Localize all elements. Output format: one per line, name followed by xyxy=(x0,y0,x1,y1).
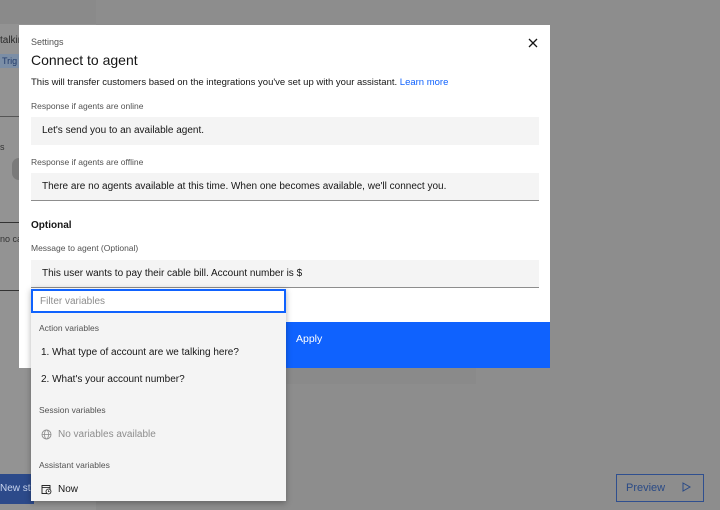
optional-heading: Optional xyxy=(31,220,72,231)
learn-more-link[interactable]: Learn more xyxy=(400,77,449,88)
action-variable-item[interactable]: 1. What type of account are we talking h… xyxy=(41,347,239,358)
modal-footer: Apply xyxy=(286,322,550,368)
offline-response-label: Response if agents are offline xyxy=(31,157,144,167)
divider xyxy=(0,116,20,117)
variables-dropdown: Action variables 1. What type of account… xyxy=(31,288,286,501)
modal-title: Connect to agent xyxy=(31,52,138,68)
action-variable-item[interactable]: 2. What's your account number? xyxy=(41,374,185,385)
modal-description: This will transfer customers based on th… xyxy=(31,77,448,88)
divider xyxy=(0,222,20,223)
filter-variables-input[interactable] xyxy=(31,289,286,313)
apply-button[interactable]: Apply xyxy=(296,322,322,356)
close-icon[interactable] xyxy=(528,35,538,51)
empty-label: No variables available xyxy=(58,429,156,440)
assistant-variable-label: Now xyxy=(58,484,79,495)
close-button[interactable] xyxy=(525,35,541,51)
left-panel-trigger-tag: Trig xyxy=(0,54,20,68)
description-text: This will transfer customers based on th… xyxy=(31,77,398,88)
modal-label: Settings xyxy=(31,37,64,47)
assistant-variable-item[interactable]: Now xyxy=(41,484,78,495)
new-step-button: New st xyxy=(0,474,34,504)
session-variables-empty: No variables available xyxy=(41,429,156,440)
action-variables-heading: Action variables xyxy=(39,323,100,333)
calendar-clock-icon xyxy=(41,484,52,495)
left-panel-mark: s xyxy=(0,142,5,152)
assistant-variables-heading: Assistant variables xyxy=(39,460,110,470)
online-response-field[interactable]: Let's send you to an available agent. xyxy=(31,117,539,145)
session-variables-heading: Session variables xyxy=(39,405,106,415)
preview-button: Preview xyxy=(616,474,704,502)
left-panel-header xyxy=(0,0,96,24)
message-to-agent-label: Message to agent (Optional) xyxy=(31,243,139,253)
offline-response-field[interactable]: There are no agents available at this ti… xyxy=(31,173,539,201)
play-icon xyxy=(682,481,692,495)
message-to-agent-field[interactable]: This user wants to pay their cable bill.… xyxy=(31,260,539,288)
online-response-label: Response if agents are online xyxy=(31,101,144,111)
divider xyxy=(0,290,20,291)
preview-label: Preview xyxy=(626,482,666,494)
globe-icon xyxy=(41,429,52,440)
